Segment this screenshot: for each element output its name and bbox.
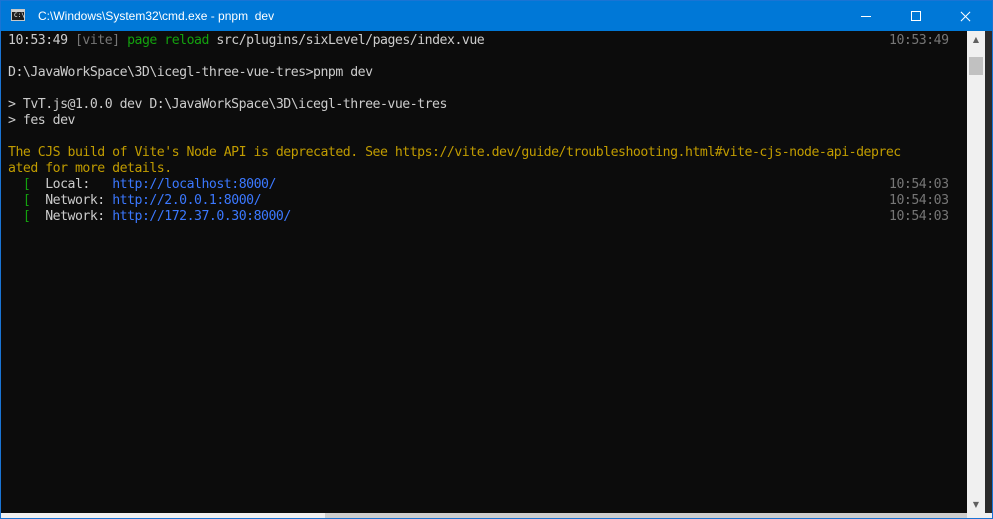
log-time: 10:53:49 bbox=[8, 33, 68, 48]
vertical-scrollbar[interactable]: ▲ ▼ bbox=[967, 31, 985, 513]
server-url[interactable]: http://localhost:8000/ bbox=[112, 177, 276, 192]
server-label: Network: bbox=[45, 209, 105, 224]
log-action: page reload bbox=[127, 33, 209, 48]
horizontal-scroll-thumb[interactable] bbox=[325, 513, 967, 518]
log-timestamp: 10:53:49 bbox=[889, 33, 949, 48]
server-url[interactable]: http://2.0.0.1:8000/ bbox=[112, 193, 261, 208]
horizontal-scrollbar[interactable] bbox=[1, 513, 992, 518]
console-line-warning: The CJS build of Vite's Node API is depr… bbox=[8, 145, 901, 160]
console-output[interactable]: 10:53:49 [vite] page reload src/plugins/… bbox=[1, 31, 967, 515]
server-marker: [ bbox=[22, 177, 31, 192]
server-label: Network: bbox=[45, 193, 105, 208]
console-line-reload: 10:53:49 [vite] page reload src/plugins/… bbox=[8, 33, 485, 49]
server-marker: [ bbox=[22, 193, 31, 208]
cmd-icon-text: C:\ bbox=[14, 12, 25, 19]
server-label: Local: bbox=[45, 177, 105, 192]
log-tag: [vite] bbox=[74, 33, 120, 48]
console-line-prompt: D:\JavaWorkSpace\3D\icegl-three-vue-tres… bbox=[8, 65, 373, 80]
console-line-script: > TvT.js@1.0.0 dev D:\JavaWorkSpace\3D\i… bbox=[8, 97, 447, 112]
maximize-button[interactable] bbox=[892, 1, 938, 31]
minimize-button[interactable] bbox=[843, 1, 889, 31]
console-line-warning-cont: ated for more details. bbox=[8, 161, 172, 176]
server-line-network-2: [ Network: http://172.37.0.30:8000/ bbox=[8, 209, 291, 225]
log-path: src/plugins/sixLevel/pages/index.vue bbox=[216, 33, 485, 48]
console-line-command: > fes dev bbox=[8, 113, 75, 128]
scroll-up-arrow-icon[interactable]: ▲ bbox=[967, 31, 985, 48]
window-edge bbox=[985, 31, 992, 513]
close-button[interactable] bbox=[938, 1, 992, 31]
server-line-local: [ Local: http://localhost:8000/ bbox=[8, 177, 276, 193]
server-line-network-1: [ Network: http://2.0.0.1:8000/ bbox=[8, 193, 262, 209]
scroll-down-arrow-icon[interactable]: ▼ bbox=[967, 496, 985, 513]
cmd-window: C:\ C:\Windows\System32\cmd.exe - pnpm d… bbox=[0, 0, 993, 519]
server-timestamp: 10:54:03 bbox=[889, 177, 949, 192]
server-timestamp: 10:54:03 bbox=[889, 193, 949, 208]
scroll-thumb[interactable] bbox=[969, 57, 983, 75]
server-url[interactable]: http://172.37.0.30:8000/ bbox=[112, 209, 291, 224]
title-bar[interactable]: C:\ C:\Windows\System32\cmd.exe - pnpm d… bbox=[1, 1, 992, 31]
server-marker: [ bbox=[22, 209, 31, 224]
server-timestamp: 10:54:03 bbox=[889, 209, 949, 224]
window-title: C:\Windows\System32\cmd.exe - pnpm dev bbox=[38, 9, 275, 23]
cmd-icon[interactable]: C:\ bbox=[11, 9, 25, 21]
